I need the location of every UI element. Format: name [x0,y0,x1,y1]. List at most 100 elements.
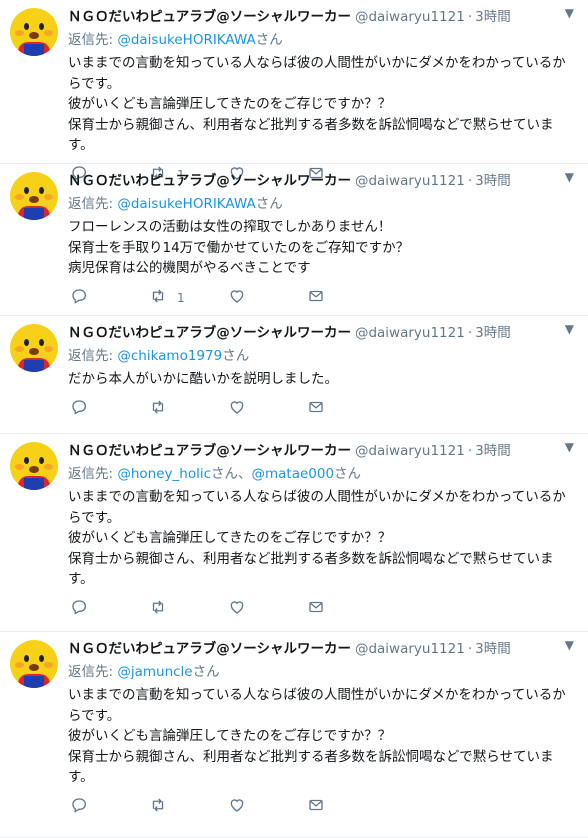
reply-to: 返信先: @daisukeHORIKAWAさん [68,30,574,50]
heart-icon [228,796,246,817]
heart-icon [228,398,246,419]
tweet-text-line: 保育士から親御さん、利用者など批判する者多数を訴訟恫喝などで黙らせています。 [68,748,554,786]
timestamp[interactable]: 3時間 [475,640,511,658]
display-name[interactable]: ＮＧＯだいわピュアラブ@ソーシャルワーカー [68,442,351,460]
user-handle[interactable]: @daiwaryu1121 [355,8,465,26]
tweet-text-line: 保育士から親御さん、利用者など批判する者多数を訴訟恫喝などで黙らせています。 [68,116,554,154]
mention-suffix: さん [255,32,283,48]
tweet-text-line: いままでの言動を知っている人ならば彼の人間性がいかにダメかをわかっているからです… [68,489,566,526]
timestamp[interactable]: 3時間 [475,324,511,342]
like-button[interactable] [228,398,307,419]
avatar[interactable] [10,172,58,220]
retweet-button[interactable] [149,796,228,817]
chevron-down-icon[interactable]: ▼ [565,170,574,184]
reply-prefix: 返信先: [68,32,118,48]
tweet-text-line: フローレンスの活動は女性の搾取でしかありません！ [68,219,392,235]
mention-link[interactable]: @daisukeHORIKAWA [117,32,255,48]
dm-button[interactable] [307,398,386,419]
timeline: ▼ ＮＧＯだいわピュアラブ@ソーシャルワーカー @daiwaryu1121 · … [0,0,588,838]
tweet[interactable]: ▼ ＮＧＯだいわピュアラブ@ソーシャルワーカー @daiwaryu1121 · … [0,164,588,316]
chevron-down-icon[interactable]: ▼ [565,322,574,336]
like-button[interactable] [228,287,307,308]
tweet[interactable]: ▼ ＮＧＯだいわピュアラブ@ソーシャルワーカー @daiwaryu1121 · … [0,0,588,182]
display-name[interactable]: ＮＧＯだいわピュアラブ@ソーシャルワーカー [68,640,351,658]
reply-button[interactable] [70,287,149,308]
retweet-icon [149,398,167,419]
avatar[interactable] [10,640,58,688]
timestamp[interactable]: 3時間 [475,8,511,26]
user-handle[interactable]: @daiwaryu1121 [355,172,465,190]
mention-suffix: さん [255,196,283,212]
tweet-header: ＮＧＯだいわピュアラブ@ソーシャルワーカー @daiwaryu1121 · 3時… [68,8,574,26]
reply-prefix: 返信先: [68,196,118,212]
mention-suffix: さん [334,466,362,482]
envelope-icon [307,287,325,308]
reply-prefix: 返信先: [68,664,118,680]
user-handle[interactable]: @daiwaryu1121 [355,324,465,342]
envelope-icon [307,796,325,817]
tweet-header: ＮＧＯだいわピュアラブ@ソーシャルワーカー @daiwaryu1121 · 3時… [68,324,574,342]
like-button[interactable] [228,598,307,619]
retweet-button[interactable] [149,398,228,419]
timestamp[interactable]: 3時間 [475,172,511,190]
display-name[interactable]: ＮＧＯだいわピュアラブ@ソーシャルワーカー [68,172,351,190]
like-button[interactable] [228,796,307,817]
tweet-text-line: 彼がいくども言論弾圧してきたのをご存じですか？？ [68,530,392,546]
tweet[interactable]: ▼ ＮＧＯだいわピュアラブ@ソーシャルワーカー @daiwaryu1121 · … [0,316,588,434]
mention-link[interactable]: @matae000 [252,466,335,482]
retweet-count: 1 [177,290,185,305]
separator-dot: · [467,325,473,341]
chevron-down-icon[interactable]: ▼ [565,440,574,454]
retweet-button[interactable]: 1 [149,287,228,308]
user-handle[interactable]: @daiwaryu1121 [355,640,465,658]
reply-to: 返信先: @jamuncleさん [68,662,574,682]
display-name[interactable]: ＮＧＯだいわピュアラブ@ソーシャルワーカー [68,8,351,26]
mention-suffix: さん [192,664,220,680]
user-handle[interactable]: @daiwaryu1121 [355,442,465,460]
separator-dot: · [467,641,473,657]
reply-prefix: 返信先: [68,348,118,364]
avatar[interactable] [10,324,58,372]
reply-icon [70,287,88,308]
chevron-down-icon[interactable]: ▼ [565,6,574,20]
mention-link[interactable]: @chikamo1979 [117,348,222,364]
display-name[interactable]: ＮＧＯだいわピュアラブ@ソーシャルワーカー [68,324,351,342]
reply-icon [70,796,88,817]
tweet-header: ＮＧＯだいわピュアラブ@ソーシャルワーカー @daiwaryu1121 · 3時… [68,442,574,460]
dm-button[interactable] [307,287,386,308]
reply-to: 返信先: @chikamo1979さん [68,346,574,366]
reply-button[interactable] [70,598,149,619]
tweet-text: いままでの言動を知っている人ならば彼の人間性がいかにダメかをわかっているからです… [68,487,574,590]
envelope-icon [307,398,325,419]
tweet-header: ＮＧＯだいわピュアラブ@ソーシャルワーカー @daiwaryu1121 · 3時… [68,172,574,190]
avatar[interactable] [10,442,58,490]
reply-to: 返信先: @honey_holicさん、@matae000さん [68,464,574,484]
mention-suffix: さん [222,348,250,364]
tweet-text-line: いままでの言動を知っている人ならば彼の人間性がいかにダメかをわかっているからです… [68,55,566,92]
tweet[interactable]: ▼ ＮＧＯだいわピュアラブ@ソーシャルワーカー @daiwaryu1121 · … [0,434,588,632]
tweet-text: いままでの言動を知っている人ならば彼の人間性がいかにダメかをわかっているからです… [68,685,574,788]
timestamp[interactable]: 3時間 [475,442,511,460]
tweet-actions: 1 [70,279,574,317]
heart-icon [228,598,246,619]
tweet-text: フローレンスの活動は女性の搾取でしかありません！ 保育士を手取り14万で働かせてい… [68,217,574,279]
dm-button[interactable] [307,598,386,619]
tweet[interactable]: ▼ ＮＧＯだいわピュアラブ@ソーシャルワーカー @daiwaryu1121 · … [0,632,588,838]
separator-dot: · [467,9,473,25]
mention-link[interactable]: @daisukeHORIKAWA [117,196,255,212]
avatar[interactable] [10,8,58,56]
reply-button[interactable] [70,796,149,817]
mention-link[interactable]: @honey_holic [117,466,211,482]
tweet-actions [70,788,574,826]
chevron-down-icon[interactable]: ▼ [565,638,574,652]
dm-button[interactable] [307,796,386,817]
tweet-text: いままでの言動を知っている人ならば彼の人間性がいかにダメかをわかっているからです… [68,53,574,156]
envelope-icon [307,598,325,619]
reply-button[interactable] [70,398,149,419]
tweet-text-line: 病児保育は公的機関がやるべきことです [68,260,311,276]
retweet-button[interactable] [149,598,228,619]
retweet-icon [149,287,167,308]
mention-link[interactable]: @jamuncle [117,664,192,680]
tweet-actions [70,590,574,628]
tweet-text-line: だから本人がいかに酷いかを説明しました。 [68,371,338,387]
